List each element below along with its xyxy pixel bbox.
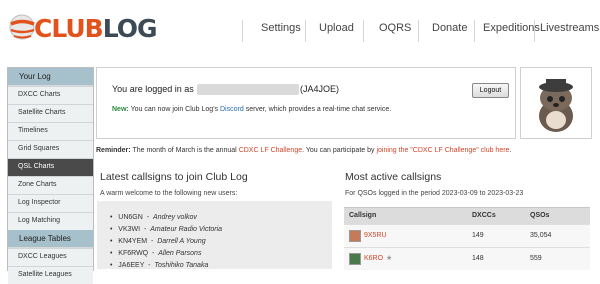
user-callsign[interactable]: JA6EEY bbox=[118, 262, 144, 269]
new-label: New: bbox=[112, 106, 129, 113]
reminder-text-3: . bbox=[509, 147, 512, 154]
user-name: Andrey volkov bbox=[152, 214, 197, 221]
login-status-panel bbox=[96, 67, 516, 139]
latest-callsigns-subtitle: A warm welcome to the following new user… bbox=[100, 190, 238, 197]
login-prefix: You are logged in as bbox=[112, 84, 194, 94]
sidebar-item-dxcc-charts[interactable]: DXCC Charts bbox=[8, 86, 93, 104]
reminder-banner: Reminder: The month of March is the annu… bbox=[96, 147, 511, 154]
new-text-1: You can now join Club Log's bbox=[130, 106, 219, 113]
sidebar-item-grid-squares[interactable]: Grid Squares bbox=[8, 140, 93, 158]
join-club-link[interactable]: joining the "CDXC LF Challenge" club her… bbox=[376, 147, 509, 154]
nav-livestreams[interactable]: Livestreams bbox=[540, 22, 599, 34]
dxccs-value: 149 bbox=[472, 232, 484, 239]
sidebar-item-zone-charts[interactable]: Zone Charts bbox=[8, 176, 93, 194]
sidebar-item-log-inspector[interactable]: Log Inspector bbox=[8, 194, 93, 212]
star-icon: ★ bbox=[386, 255, 393, 262]
user-callsign[interactable]: VK3WI bbox=[118, 226, 140, 233]
redacted-username bbox=[197, 84, 299, 95]
site-header: CLUBLOG Settings Upload OQRS Donate Expe… bbox=[0, 0, 600, 62]
latest-callsigns-title: Latest callsigns to join Club Log bbox=[100, 171, 248, 183]
column-header-callsign[interactable]: Callsign bbox=[349, 212, 376, 219]
new-text-2: server, which provides a real-time chat … bbox=[245, 106, 392, 113]
table-row: K6RO ★ 148 559 bbox=[344, 247, 590, 270]
dxccs-value: 148 bbox=[472, 255, 484, 262]
sidebar: Your Log DXCC Charts Satellite Charts Ti… bbox=[7, 67, 94, 284]
sidebar-item-satellite-charts[interactable]: Satellite Charts bbox=[8, 104, 93, 122]
new-users-list bbox=[97, 201, 332, 269]
sidebar-item-qsl-charts[interactable]: QSL Charts bbox=[8, 158, 93, 176]
logout-button[interactable]: Logout bbox=[472, 83, 509, 98]
most-active-title: Most active callsigns bbox=[345, 171, 442, 183]
user-avatar-thumb bbox=[349, 253, 361, 265]
new-announcement: New: You can now join Club Log's Discord… bbox=[112, 106, 391, 113]
list-item: • VK3WI - Amateur Radio Victoria bbox=[110, 226, 223, 233]
list-item: • UN6GN - Andrey volkov bbox=[110, 214, 197, 221]
nav-donate[interactable]: Donate bbox=[432, 22, 467, 34]
nav-divider bbox=[305, 20, 306, 42]
user-name: Amateur Radio Victoria bbox=[150, 226, 223, 233]
table-row: 9X5RU 149 35,054 bbox=[344, 224, 590, 247]
most-active-subtitle: For QSOs logged in the period 2023-03-09… bbox=[345, 190, 524, 197]
table-header: Callsign DXCCs QSOs bbox=[344, 207, 590, 224]
logo-log: LOG bbox=[102, 14, 158, 43]
user-name: Darrell A Young bbox=[157, 238, 206, 245]
callsign-link[interactable]: 9X5RU bbox=[364, 232, 387, 239]
reminder-label: Reminder: bbox=[96, 147, 131, 154]
sidebar-item-timelines[interactable]: Timelines bbox=[8, 122, 93, 140]
user-callsign[interactable]: UN6GN bbox=[118, 214, 143, 221]
user-callsign[interactable]: KN4YEM bbox=[118, 238, 147, 245]
user-name: Toshihiko Tanaka bbox=[154, 262, 209, 269]
user-avatar[interactable] bbox=[520, 67, 592, 139]
sidebar-item-dxcc-leagues[interactable]: DXCC Leagues bbox=[8, 248, 93, 266]
discord-link[interactable]: Discord bbox=[220, 106, 244, 113]
tanuki-avatar-icon bbox=[539, 79, 573, 132]
qsos-value: 35,054 bbox=[530, 232, 552, 239]
sidebar-heading-league-tables: League Tables bbox=[8, 230, 93, 247]
list-item: • KF6RWQ - Allen Parsons bbox=[110, 250, 202, 257]
nav-divider bbox=[534, 20, 535, 42]
reminder-text-2: . You can participate by bbox=[302, 147, 375, 154]
nav-upload[interactable]: Upload bbox=[319, 22, 354, 34]
list-item: • KN4YEM - Darrell A Young bbox=[110, 238, 206, 245]
sidebar-heading-your-log: Your Log bbox=[8, 68, 93, 85]
user-avatar-thumb bbox=[349, 230, 361, 242]
logo-club: CLUB bbox=[34, 14, 104, 43]
nav-divider bbox=[474, 20, 475, 42]
list-item: • JA6EEY - Toshihiko Tanaka bbox=[110, 262, 209, 269]
reminder-text-1: The month of March is the annual bbox=[132, 147, 237, 154]
nav-divider bbox=[418, 20, 419, 42]
user-name: Allen Parsons bbox=[158, 250, 202, 257]
login-callsign: (JA4JOE) bbox=[300, 84, 340, 94]
sidebar-item-log-matching[interactable]: Log Matching bbox=[8, 212, 93, 230]
user-callsign[interactable]: KF6RWQ bbox=[118, 250, 148, 257]
cdxc-challenge-link[interactable]: CDXC LF Challenge bbox=[239, 147, 302, 154]
nav-expeditions[interactable]: Expeditions bbox=[483, 22, 540, 34]
nav-oqrs[interactable]: OQRS bbox=[379, 22, 411, 34]
nav-divider bbox=[242, 20, 243, 42]
nav-settings[interactable]: Settings bbox=[261, 22, 301, 34]
column-header-qsos[interactable]: QSOs bbox=[530, 212, 549, 219]
nav-divider bbox=[363, 20, 364, 42]
qsos-value: 559 bbox=[530, 255, 542, 262]
callsign-link[interactable]: K6RO bbox=[364, 255, 383, 262]
logo-wordmark[interactable]: CLUBLOG bbox=[34, 14, 158, 44]
column-header-dxccs[interactable]: DXCCs bbox=[472, 212, 496, 219]
